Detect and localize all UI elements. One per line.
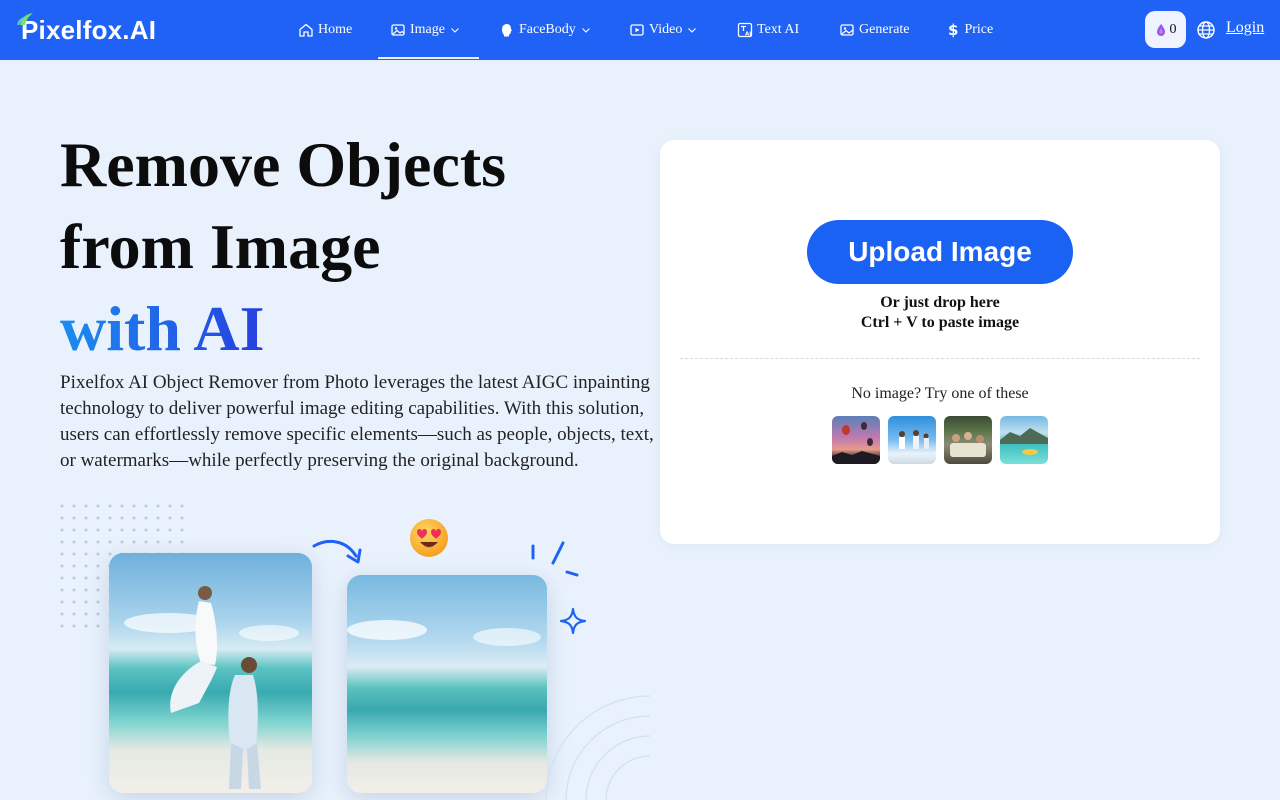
nav-home-label: Home: [318, 22, 353, 37]
sparkle-star-icon: [559, 607, 587, 635]
credits-count: 0: [1169, 21, 1177, 37]
hero-title-line1: Remove Objects: [60, 129, 507, 200]
nav-video[interactable]: Video: [629, 0, 698, 60]
try-samples-label: No image? Try one of these: [851, 385, 1029, 402]
nav-facebody-label: FaceBody: [519, 22, 576, 37]
credit-drop-icon: [1156, 23, 1165, 36]
sample-image-island[interactable]: [1000, 416, 1048, 464]
sample-images: [832, 416, 1048, 464]
upload-image-button[interactable]: Upload Image: [807, 220, 1073, 284]
paste-hint: Ctrl + V to paste image: [860, 314, 1020, 331]
logo[interactable]: Pixelfox.AI: [17, 13, 156, 46]
top-navbar: Pixelfox.AI Home Image FaceBody Video AI…: [0, 0, 1280, 60]
chevron-down-icon: [581, 28, 590, 33]
before-photo: [109, 553, 312, 793]
nav-text-ai-label: Text AI: [757, 22, 800, 37]
hero-description: Pixelfox AI Object Remover from Photo le…: [60, 372, 654, 471]
chevron-down-icon: [451, 28, 459, 33]
credits-badge[interactable]: 0: [1145, 11, 1186, 48]
drop-hint: Or just drop here: [880, 294, 1000, 311]
couple-figure: [124, 586, 299, 789]
nav-video-label: Video: [649, 22, 683, 37]
chevron-down-icon: [688, 28, 697, 33]
nav-text-ai[interactable]: AI Text AI: [737, 0, 799, 60]
face-icon: [502, 24, 512, 37]
image-icon: [391, 24, 405, 36]
svg-text:AI: AI: [745, 32, 751, 38]
logo-leaf-icon: [17, 13, 33, 26]
arc-rings-decoration: [545, 695, 651, 800]
heart-eyes-emoji-icon: [410, 519, 448, 557]
sparkle-lines-decoration: [531, 541, 579, 577]
hero-title: Remove Objects from Image with AI: [60, 124, 506, 370]
hero-title-line2: from Image: [60, 211, 381, 282]
upload-card[interactable]: Upload Image Or just drop here Ctrl + V …: [660, 140, 1220, 544]
card-divider: [680, 358, 1200, 359]
nav-image[interactable]: Image: [378, 0, 479, 60]
text-ai-icon: AI: [737, 22, 753, 38]
people-thumbnail: [899, 430, 929, 449]
nav-home[interactable]: Home: [298, 0, 352, 60]
globe-icon[interactable]: [1196, 20, 1216, 40]
nav-price-label: Price: [964, 22, 994, 37]
home-icon: [299, 23, 313, 37]
video-icon: [630, 24, 644, 36]
login-link[interactable]: Login: [1226, 19, 1264, 37]
dollar-icon: $: [948, 21, 959, 39]
nav-image-label: Image: [410, 22, 445, 37]
island-thumbnail: [1000, 428, 1048, 455]
generate-icon: [840, 24, 854, 36]
sample-image-group-garden[interactable]: [944, 416, 992, 464]
group-thumbnail: [950, 432, 986, 457]
nav-generate[interactable]: Generate: [839, 0, 910, 60]
nav-price[interactable]: $ Price: [948, 0, 993, 60]
balloons-thumbnail: [832, 422, 880, 464]
nav-generate-label: Generate: [859, 22, 910, 37]
sample-image-people-beach[interactable]: [888, 416, 936, 464]
hero-title-accent: with AI: [60, 288, 506, 370]
nav-facebody[interactable]: FaceBody: [499, 0, 592, 60]
arrow-decoration: [312, 539, 362, 564]
sample-image-balloons[interactable]: [832, 416, 880, 464]
